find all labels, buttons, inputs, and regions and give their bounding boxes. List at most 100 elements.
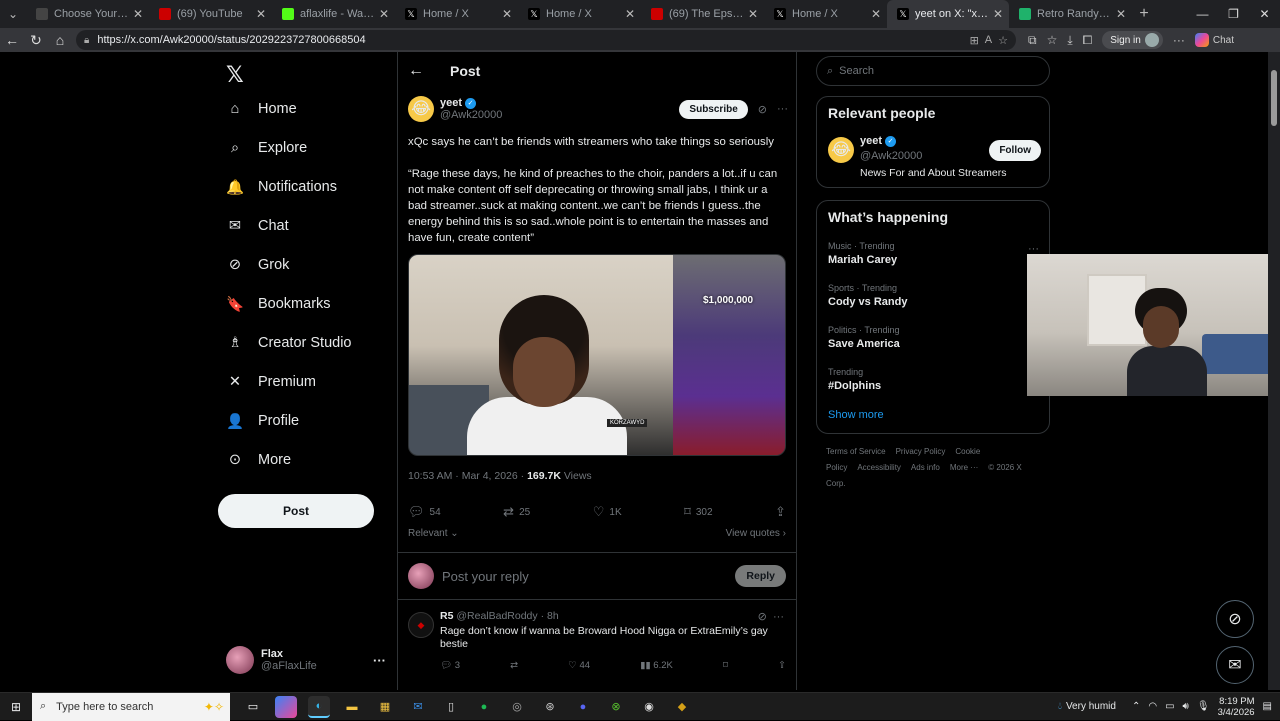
close-tab-icon[interactable]: ✕ <box>625 7 635 21</box>
more-options-icon[interactable]: ··· <box>777 103 788 115</box>
nav-item-chat[interactable]: ✉ Chat <box>226 217 289 235</box>
close-tab-icon[interactable]: ✕ <box>871 7 881 21</box>
trend-item[interactable]: Politics · Trending Save America <box>828 325 900 350</box>
weather-widget[interactable]: 💧︎ Very humid <box>1058 701 1116 712</box>
minimize-icon[interactable]: — <box>1187 0 1218 28</box>
media-app-icon[interactable]: ⊛ <box>539 696 561 718</box>
footer-link[interactable]: Terms of Service <box>826 447 886 456</box>
nav-item-bookmarks[interactable]: 🔖 Bookmarks <box>226 295 331 313</box>
post-button[interactable]: Post <box>218 494 374 528</box>
author-avatar[interactable]: 😂 <box>408 96 434 122</box>
browser-tab[interactable]: 𝕏 Home / X ✕ <box>764 0 887 28</box>
search-input[interactable]: ⌕ Search <box>816 56 1050 86</box>
downloads-icon[interactable]: ⤓ <box>1067 33 1072 48</box>
repost-action[interactable]: ⇄ 25 <box>503 504 530 520</box>
taskbar-search-input[interactable]: ⌕ Type here to search ✦✧ <box>32 692 230 721</box>
app-available-icon[interactable]: ⊞ <box>970 34 979 47</box>
follow-button[interactable]: Follow <box>989 140 1041 161</box>
favorite-star-icon[interactable]: ☆ <box>998 34 1008 47</box>
browser-tab[interactable]: (69) The Epstein Covers ✕ <box>641 0 764 28</box>
sign-in-button[interactable]: Sign in <box>1102 31 1163 49</box>
scrollbar-thumb[interactable] <box>1271 70 1277 126</box>
browser-tab[interactable]: (69) YouTube ✕ <box>149 0 272 28</box>
footer-link[interactable]: Accessibility <box>857 463 901 472</box>
tab-actions-menu-icon[interactable]: ⌄ <box>0 0 26 28</box>
site-info-icon[interactable]: 🔒︎ <box>84 35 89 46</box>
edge-app-icon[interactable]: ◐ <box>308 695 330 718</box>
copilot-app-icon[interactable] <box>275 695 297 718</box>
close-tab-icon[interactable]: ✕ <box>748 7 758 21</box>
x-logo-icon[interactable]: 𝕏 <box>226 62 244 88</box>
relevant-handle[interactable]: @Awk20000 <box>860 150 922 162</box>
commenter-name[interactable]: R5 <box>440 610 453 622</box>
grok-float-button[interactable]: ⊘ <box>1216 600 1254 638</box>
favorites-icon[interactable]: ☆ <box>1047 33 1058 47</box>
nav-item-notifications[interactable]: 🔔 Notifications <box>226 178 337 196</box>
extensions-icon[interactable]: ⧉ <box>1028 33 1037 48</box>
commenter-handle[interactable]: @RealBadRoddy <box>456 610 537 622</box>
close-tab-icon[interactable]: ✕ <box>379 7 389 21</box>
browser-tab[interactable]: 𝕏 Home / X ✕ <box>518 0 641 28</box>
footer-link[interactable]: Ads info <box>911 463 940 472</box>
task-view-icon[interactable]: ▭ <box>242 696 264 718</box>
browser-menu-icon[interactable]: ··· <box>1173 33 1185 47</box>
game-app-icon[interactable]: ◆ <box>671 696 693 718</box>
share-action[interactable]: ⇪ <box>775 504 786 520</box>
show-hidden-icons[interactable]: ⌃ <box>1132 701 1140 712</box>
store-app-icon[interactable]: ▦ <box>374 696 396 718</box>
xbox-app-icon[interactable]: ⊗ <box>605 696 627 718</box>
page-scrollbar[interactable] <box>1268 52 1280 690</box>
reply-input[interactable]: Post your reply <box>442 569 735 584</box>
windows-start-icon[interactable]: ⊞ <box>0 700 32 714</box>
trend-item[interactable]: Sports · Trending Cody vs Randy <box>828 283 907 308</box>
network-icon[interactable]: ◠ <box>1148 701 1157 712</box>
commenter-avatar[interactable]: ◆ <box>408 612 434 638</box>
nav-item-explore[interactable]: ⌕ Explore <box>226 139 307 157</box>
messages-float-button[interactable]: ✉ <box>1216 646 1254 684</box>
notepad-app-icon[interactable]: ▯ <box>440 696 462 718</box>
footer-link[interactable]: Privacy Policy <box>896 447 946 456</box>
nav-item-premium[interactable]: ✕ Premium <box>226 373 316 391</box>
browser-tab[interactable]: Retro Randy Price | crea ✕ <box>1009 0 1132 28</box>
close-window-icon[interactable]: ✕ <box>1249 0 1280 28</box>
microphone-icon[interactable]: 🎙︎ <box>1197 701 1210 712</box>
spotify-app-icon[interactable]: ● <box>473 696 495 718</box>
new-tab-button[interactable]: + <box>1132 5 1156 23</box>
close-tab-icon[interactable]: ✕ <box>256 7 266 21</box>
relevant-avatar[interactable]: 😂 <box>828 137 854 163</box>
reply-action[interactable]: 💬︎ 3 <box>440 660 460 671</box>
volume-icon[interactable]: 🔊︎ <box>1183 701 1189 712</box>
browser-tab[interactable]: 𝕏yeet on X: "xQc says ✕ <box>887 0 1009 28</box>
view-quotes-link[interactable]: View quotes › <box>726 528 786 539</box>
repost-action[interactable]: ⇄ <box>510 660 518 671</box>
maximize-icon[interactable]: ❐ <box>1218 0 1249 28</box>
mail-app-icon[interactable]: ✉ <box>407 696 429 718</box>
show-more-link[interactable]: Show more <box>828 409 884 421</box>
post-media-image[interactable]: KORZAWYD $1,000,000 <box>408 254 786 456</box>
notifications-icon[interactable]: ▤ <box>1263 701 1272 712</box>
discord-app-icon[interactable]: ● <box>572 696 594 718</box>
author-name-row[interactable]: yeet ✓ <box>440 97 502 109</box>
clock[interactable]: 8:19 PM 3/4/2026 <box>1218 696 1255 718</box>
close-tab-icon[interactable]: ✕ <box>993 7 1003 21</box>
like-action[interactable]: ♡ 44 <box>568 660 590 671</box>
comment-time[interactable]: 8h <box>547 610 559 622</box>
browser-tab[interactable]: 𝕏 Home / X ✕ <box>395 0 518 28</box>
footer-link[interactable]: More ··· <box>950 463 978 472</box>
nav-item-profile[interactable]: 👤 Profile <box>226 412 299 430</box>
account-more-icon[interactable]: ··· <box>373 653 386 668</box>
reply-button[interactable]: Reply <box>735 565 786 587</box>
battery-icon[interactable]: ▭ <box>1165 701 1174 712</box>
sort-dropdown[interactable]: Relevant ⌄ <box>408 528 459 539</box>
nav-item-more[interactable]: ⊙ More <box>226 451 291 469</box>
nav-item-grok[interactable]: ⊘ Grok <box>226 256 290 274</box>
back-arrow-icon[interactable]: ← <box>0 32 24 48</box>
copilot-chat-button[interactable]: Chat <box>1194 33 1234 47</box>
nav-item-creator-studio[interactable]: ♗ Creator Studio <box>226 334 352 352</box>
like-action[interactable]: ♡ 1K <box>593 504 622 520</box>
url-field[interactable]: 🔒︎ https://x.com/Awk20000/status/2029223… <box>76 30 1016 50</box>
bookmark-action[interactable]: ⌑ 302 <box>684 504 712 520</box>
bookmark-icon[interactable]: ⌑ <box>723 660 728 671</box>
grok-icon[interactable]: ⊘ <box>758 611 767 623</box>
close-tab-icon[interactable]: ✕ <box>133 7 143 21</box>
